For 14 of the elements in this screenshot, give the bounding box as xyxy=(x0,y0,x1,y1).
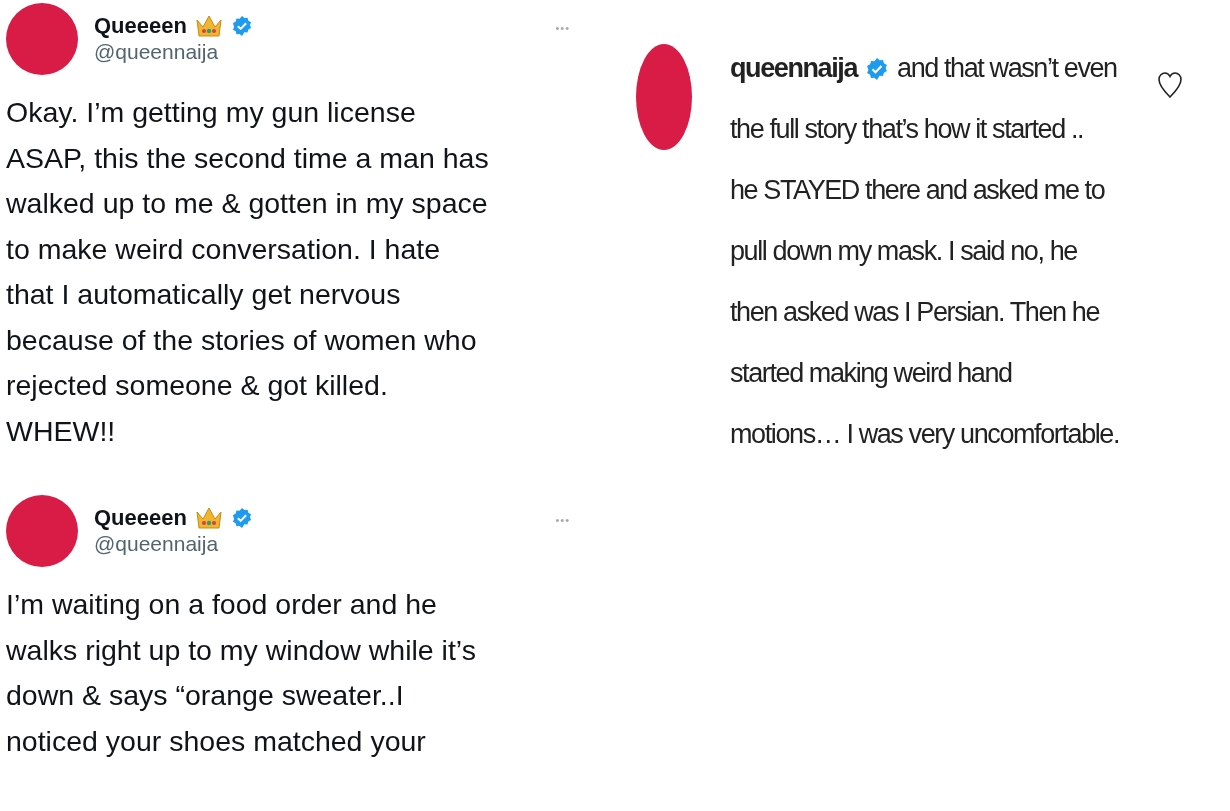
more-options-icon[interactable]: ••• xyxy=(555,20,570,37)
user-handle: @queennaija xyxy=(94,39,220,65)
comment-text: and that wasn’t even xyxy=(897,52,1117,85)
username[interactable]: queennaija xyxy=(730,38,858,99)
crown-icon xyxy=(194,506,223,530)
heart-icon[interactable] xyxy=(1157,70,1184,100)
tweet-text: Okay. I’m getting my gun license ASAP, this the second time a man has walked up to me & gotten in my space to make weird conversation. I hate that I automatically get nervous because of the stories of women who rejected someone & got killed. WHEW!! xyxy=(6,95,490,449)
comment-text: the full story that’s how it started .. he STAYED there and asked me to pull down my mask. I said no, he then asked was I Persian. Then he started making weird hand motions… I was very uncomfortable. xyxy=(730,113,1120,451)
more-options-icon[interactable]: ••• xyxy=(555,512,570,529)
display-name: Queeeen xyxy=(94,13,187,39)
display-name: Queeeen xyxy=(94,505,187,531)
tweet-text: I’m waiting on a food order and he walks right up to my window while it’s down & says “orange sweater..I noticed your shoes matched your xyxy=(6,587,477,759)
crown-icon xyxy=(194,14,223,38)
user-handle: @queennaija xyxy=(94,531,220,557)
